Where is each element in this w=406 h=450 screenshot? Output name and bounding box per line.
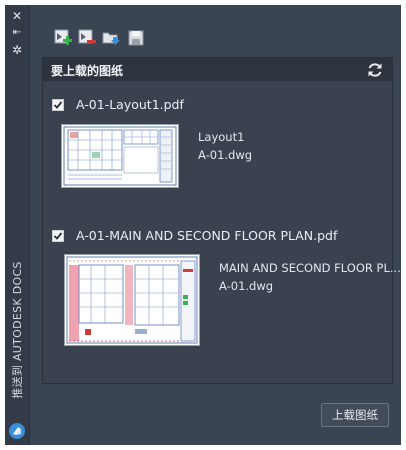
sheet-checkbox[interactable] bbox=[52, 99, 64, 111]
autodesk-logo-icon bbox=[9, 423, 25, 439]
panel-title: 要上载的图纸 bbox=[51, 64, 124, 78]
save-icon[interactable] bbox=[126, 28, 146, 48]
palette-title-strip: ✕ ⇤ ✲ 推送到 AUTODESK DOCS bbox=[5, 5, 30, 445]
remove-sheets-icon[interactable] bbox=[77, 28, 97, 48]
panel-header: 要上载的图纸 bbox=[43, 58, 392, 81]
push-to-docs-palette: ✕ ⇤ ✲ 推送到 AUTODESK DOCS 要上载的图纸 A-01-Layo… bbox=[5, 5, 401, 445]
add-sheets-icon[interactable] bbox=[53, 28, 73, 48]
palette-title: 推送到 AUTODESK DOCS bbox=[7, 245, 27, 415]
sheet-pdf-name: A-01-Layout1.pdf bbox=[76, 97, 184, 112]
settings-icon[interactable]: ✲ bbox=[9, 43, 25, 57]
sheet-layout-name: Layout1 bbox=[198, 130, 245, 144]
sheet-item: A-01-MAIN AND SECOND FLOOR PLAN.pdf bbox=[43, 227, 392, 245]
refresh-icon[interactable] bbox=[366, 61, 384, 79]
sheets-panel: 要上载的图纸 A-01-Layout1.pdf Layout1 A-01.dwg… bbox=[42, 57, 401, 384]
sheet-dwg-file: A-01.dwg bbox=[219, 279, 274, 293]
pin-icon[interactable]: ⇤ bbox=[9, 26, 25, 40]
sheet-thumbnail[interactable] bbox=[64, 254, 200, 346]
sheet-dwg-file: A-01.dwg bbox=[198, 148, 253, 162]
sheet-checkbox[interactable] bbox=[52, 230, 64, 242]
upload-sheets-button[interactable]: 上载图纸 bbox=[321, 403, 389, 427]
sheet-item: A-01-Layout1.pdf bbox=[43, 96, 392, 114]
sheet-pdf-name: A-01-MAIN AND SECOND FLOOR PLAN.pdf bbox=[76, 228, 338, 243]
open-folder-icon[interactable] bbox=[101, 28, 121, 48]
close-icon[interactable]: ✕ bbox=[9, 9, 25, 23]
sheet-thumbnail[interactable] bbox=[61, 124, 179, 188]
palette-title-text: 推送到 AUTODESK DOCS bbox=[11, 261, 24, 399]
sheet-layout-name: MAIN AND SECOND FLOOR PL... bbox=[219, 261, 401, 275]
